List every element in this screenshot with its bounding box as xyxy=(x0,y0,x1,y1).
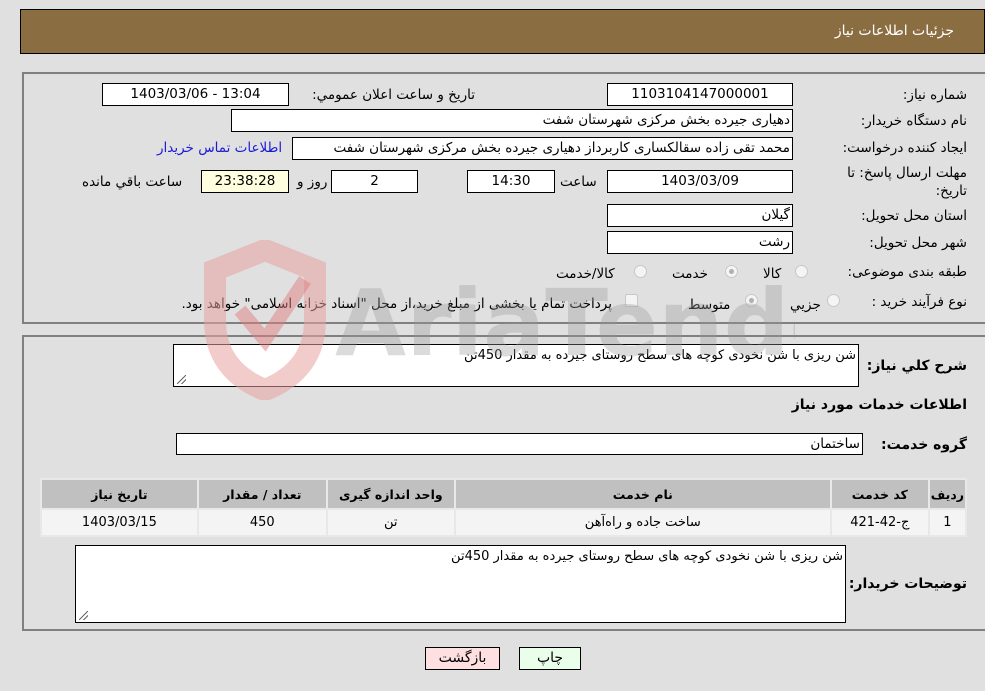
services-heading: اطلاعات خدمات مورد نياز xyxy=(791,397,967,413)
remaining-days-field: 2 xyxy=(331,170,418,193)
buyer-notes-textarea[interactable]: شن ریزی با شن نخودی کوچه های سطح روستای … xyxy=(75,545,846,623)
category-label: طبقه بندی موضوعی: xyxy=(847,264,967,280)
category-radio-goods[interactable] xyxy=(795,265,808,278)
purchase-type-label: نوع فرآیند خرید : xyxy=(871,294,967,310)
deadline-time-label: ساعت xyxy=(560,174,597,190)
deadline-label-line1: مهلت ارسال پاسخ: تا xyxy=(847,165,967,181)
buyer-notes-text: شن ریزی با شن نخودی کوچه های سطح روستای … xyxy=(451,549,843,564)
service-group-label: گروه خدمت: xyxy=(881,437,967,453)
category-option-service: خدمت xyxy=(672,266,708,282)
buyer-org-label: نام دستگاه خريدار: xyxy=(860,113,967,129)
purchase-option-minor: جزيي xyxy=(790,297,821,313)
province-field[interactable]: گیلان xyxy=(607,204,793,227)
cell-need-date: 1403/03/15 xyxy=(40,508,199,537)
table-header-row: رديف كد خدمت نام خدمت واحد اندازه گيری ت… xyxy=(40,478,968,510)
remaining-time-field: 23:38:28 xyxy=(201,170,289,193)
col-row-number: رديف xyxy=(927,478,968,510)
category-radio-service[interactable] xyxy=(725,265,738,278)
city-label: شهر محل تحویل: xyxy=(869,235,967,251)
resize-grip-icon[interactable] xyxy=(79,611,88,620)
description-textarea[interactable]: شن ریزی با شن نخودی کوچه های سطح روستای … xyxy=(173,344,859,387)
table-row: 1 ج-42-421 ساخت جاده و راه‌آهن تن 450 14… xyxy=(40,508,968,537)
buyer-notes-label: توضيحات خريدار: xyxy=(848,576,967,592)
buyer-org-field[interactable]: دهیاری جیرده بخش مرکزی شهرستان شفت xyxy=(231,109,793,132)
services-table: رديف كد خدمت نام خدمت واحد اندازه گيری ت… xyxy=(40,478,968,537)
remaining-time-label: ساعت باقي مانده xyxy=(82,174,183,190)
deadline-label-line2: تاریخ: xyxy=(935,183,967,199)
description-label: شرح كلي نياز: xyxy=(866,358,967,374)
announce-datetime-label: تاریخ و ساعت اعلان عمومي: xyxy=(312,87,475,103)
back-button[interactable]: بازگشت xyxy=(425,647,500,670)
col-service-name: نام خدمت xyxy=(453,478,832,510)
description-text: شن ریزی با شن نخودی کوچه های سطح روستای … xyxy=(464,348,856,363)
deadline-time-field[interactable]: 14:30 xyxy=(467,170,555,193)
purchase-radio-minor[interactable] xyxy=(827,294,840,307)
purchase-radio-medium[interactable] xyxy=(745,294,758,307)
purchase-option-medium: متوسط xyxy=(688,297,731,313)
requester-field[interactable]: محمد تقی زاده سقالکساری کاربرداز دهیاری … xyxy=(292,137,793,160)
cell-unit: تن xyxy=(325,508,456,537)
city-field[interactable]: رشت xyxy=(607,231,793,254)
buyer-contact-link[interactable]: اطلاعات تماس خریدار xyxy=(157,140,282,156)
resize-grip-icon[interactable] xyxy=(177,375,186,384)
cell-service-code: ج-42-421 xyxy=(829,508,930,537)
col-service-code: كد خدمت xyxy=(829,478,930,510)
col-unit: واحد اندازه گيری xyxy=(325,478,456,510)
page-header: جزئیات اطلاعات نیاز xyxy=(20,9,985,54)
category-radio-goods-service[interactable] xyxy=(634,265,647,278)
category-option-goods-service: کالا/خدمت xyxy=(556,266,615,282)
announce-datetime-field[interactable]: 1403/03/06 - 13:04 xyxy=(102,83,289,106)
cell-service-name: ساخت جاده و راه‌آهن xyxy=(453,508,832,537)
need-number-field[interactable]: 1103104147000001 xyxy=(607,83,793,106)
col-quantity: تعداد / مقدار xyxy=(196,478,328,510)
treasury-note: پرداخت تمام یا بخشی از مبلغ خرید،از محل … xyxy=(181,296,612,312)
category-option-goods: کالا xyxy=(763,266,782,282)
page-title: جزئیات اطلاعات نیاز xyxy=(834,23,954,39)
cell-quantity: 450 xyxy=(196,508,328,537)
service-group-field[interactable]: ساختمان xyxy=(176,433,863,455)
province-label: استان محل تحویل: xyxy=(861,208,967,224)
requester-label: ایجاد کننده درخواست: xyxy=(842,140,967,156)
need-number-label: شماره نیاز: xyxy=(902,87,967,103)
cell-row-number: 1 xyxy=(927,508,968,537)
days-label: روز و xyxy=(297,174,328,190)
print-button[interactable]: چاپ xyxy=(519,647,581,670)
deadline-date-field[interactable]: 1403/03/09 xyxy=(607,170,793,193)
col-need-date: تاريخ نياز xyxy=(40,478,199,510)
treasury-checkbox[interactable] xyxy=(625,294,638,307)
